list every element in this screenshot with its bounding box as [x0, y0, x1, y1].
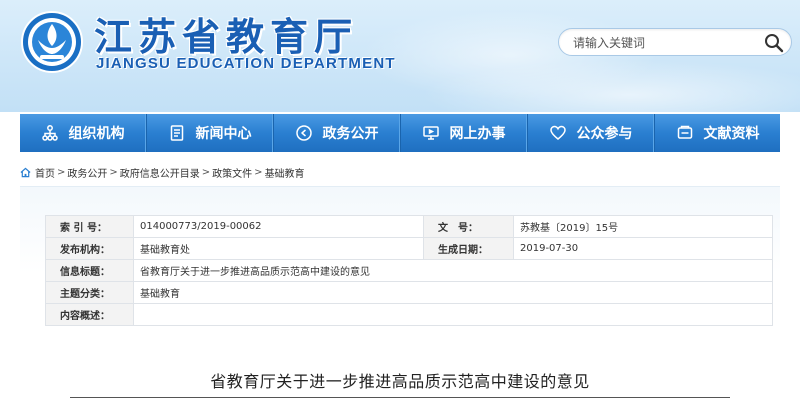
content-summary-label: 内容概述： [45, 303, 134, 326]
heart-icon [549, 125, 566, 140]
site-subtitle: JIANGSU EDUCATION DEPARTMENT [96, 55, 396, 72]
book-icon [677, 125, 692, 139]
index-number-value: 014000773/2019-00062 [133, 215, 424, 238]
breadcrumb-separator: > [201, 166, 211, 178]
play-circle-icon [295, 125, 312, 141]
nav-item-label: 组织机构 [68, 126, 125, 142]
index-number-label: 索 引 号： [45, 215, 134, 238]
content-summary-value [133, 303, 773, 326]
nav-item-news[interactable]: 新闻中心 [146, 114, 273, 152]
nav-item-literature[interactable]: 文献资料 [654, 114, 780, 152]
info-title-value: 省教育厅关于进一步推进高品质示范高中建设的意见 [133, 259, 773, 282]
main-nav: 组织机构 新闻中心 政务公开 网上办事 公众参与 文献资料 [20, 114, 780, 152]
breadcrumb-policy-documents[interactable]: 政策文件 [212, 165, 252, 180]
breadcrumb-government-affairs[interactable]: 政务公开 [67, 165, 107, 180]
site-title: 江苏省教育厅 [94, 15, 359, 59]
table-row: 主题分类： 基础教育 [45, 281, 773, 304]
breadcrumb-basic-education[interactable]: 基础教育 [265, 165, 305, 180]
table-row: 索 引 号： 014000773/2019-00062 文 号： 苏教基〔201… [45, 215, 773, 238]
info-title-label: 信息标题： [45, 259, 134, 282]
breadcrumb-info-catalog[interactable]: 政府信息公开目录 [120, 165, 200, 180]
subject-category-label: 主题分类： [45, 281, 134, 304]
table-row: 发布机构： 基础教育处 生成日期： 2019-07-30 [45, 237, 773, 260]
site-banner: 江苏省教育厅 JIANGSU EDUCATION DEPARTMENT [0, 0, 800, 112]
breadcrumb-separator: > [57, 166, 66, 178]
generation-date-value: 2019-07-30 [513, 237, 773, 260]
breadcrumb-separator: > [109, 166, 118, 178]
document-number-label: 文 号： [423, 215, 514, 238]
document-icon [170, 125, 183, 141]
nav-item-label: 公众参与 [576, 126, 633, 142]
search-box [558, 28, 792, 56]
education-department-emblem-icon[interactable] [20, 10, 84, 74]
nav-item-label: 政务公开 [322, 126, 379, 142]
monitor-icon [422, 126, 439, 140]
publishing-org-value: 基础教育处 [133, 237, 424, 260]
document-title: 省教育厅关于进一步推进高品质示范高中建设的意见 [210, 372, 590, 391]
nav-item-online-services[interactable]: 网上办事 [400, 114, 527, 152]
org-chart-icon [41, 125, 58, 141]
breadcrumb-home[interactable]: 首页 [35, 165, 55, 180]
nav-item-label: 新闻中心 [195, 126, 252, 142]
search-icon[interactable] [763, 32, 785, 54]
breadcrumb-separator: > [254, 166, 263, 178]
search-input[interactable] [573, 34, 763, 52]
nav-item-government-affairs[interactable]: 政务公开 [273, 114, 400, 152]
home-icon [20, 167, 31, 177]
subject-category-value: 基础教育 [133, 281, 773, 304]
nav-item-public-participation[interactable]: 公众参与 [527, 114, 654, 152]
title-divider [70, 397, 730, 398]
table-row: 信息标题： 省教育厅关于进一步推进高品质示范高中建设的意见 [45, 259, 773, 282]
table-row: 内容概述： [45, 303, 773, 326]
publishing-org-label: 发布机构： [45, 237, 134, 260]
nav-item-label: 网上办事 [449, 126, 506, 142]
nav-item-organization[interactable]: 组织机构 [20, 114, 146, 152]
breadcrumb: 首页 > 政务公开 > 政府信息公开目录 > 政策文件 > 基础教育 [20, 164, 305, 180]
document-metadata-table: 索 引 号： 014000773/2019-00062 文 号： 苏教基〔201… [45, 215, 773, 326]
generation-date-label: 生成日期： [423, 237, 514, 260]
document-number-value: 苏教基〔2019〕15号 [513, 215, 773, 238]
nav-item-label: 文献资料 [703, 126, 760, 142]
